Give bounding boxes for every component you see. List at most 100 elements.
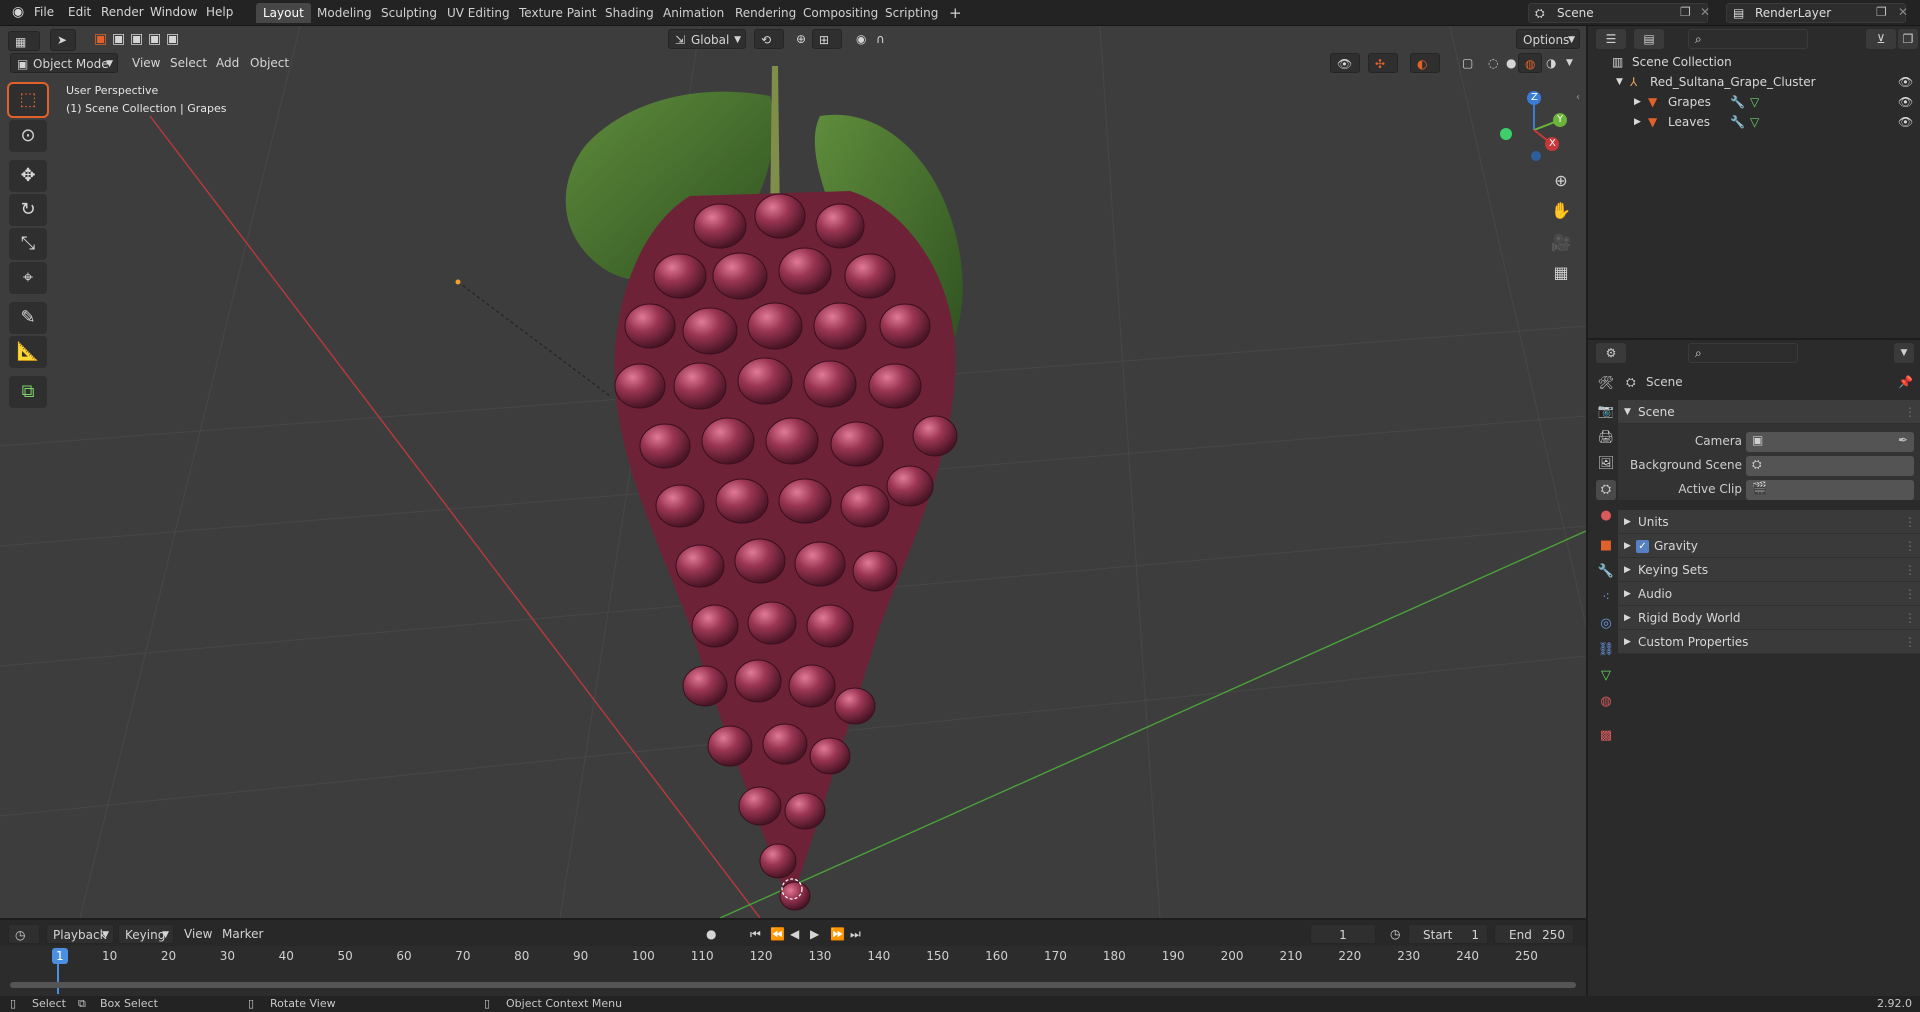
rigid-body-world-panel-header[interactable]: ▶ Rigid Body World ⋮ xyxy=(1618,606,1920,630)
visibility-eye-icon[interactable]: 👁 xyxy=(1898,112,1913,132)
visibility-eye-icon[interactable]: 👁 xyxy=(1898,92,1913,112)
outliner-row-grapes[interactable]: ▶ ▼ Grapes 🔧 ▽ 👁 xyxy=(1588,92,1920,112)
object-mode-dropdown[interactable]: ▣ Object Mode ▼ xyxy=(10,53,118,73)
custom-properties-panel-header[interactable]: ▶ Custom Properties ⋮ xyxy=(1618,630,1920,654)
drag-handle-icon[interactable]: ⋮ xyxy=(1904,510,1916,534)
eyedropper-icon[interactable]: ✒ xyxy=(1898,433,1908,447)
overlay-toggle-icon[interactable]: ◐ xyxy=(1410,53,1440,73)
scale-tool-icon[interactable]: ⤡ xyxy=(9,228,47,260)
menu-file[interactable]: File xyxy=(28,0,60,24)
xray-toggle-icon[interactable]: ▢ xyxy=(1456,53,1479,73)
options-dropdown[interactable]: Options ▼ xyxy=(1516,29,1580,49)
pan-hand-icon[interactable]: ✋ xyxy=(1548,198,1574,224)
keying-sets-panel-header[interactable]: ▶ Keying Sets ⋮ xyxy=(1618,558,1920,582)
expand-arrow-icon[interactable]: ▶ xyxy=(1634,92,1641,112)
navigation-gizmo[interactable] xyxy=(1490,86,1570,166)
menu-render[interactable]: Render xyxy=(95,0,150,24)
gravity-checkbox[interactable]: ✓ xyxy=(1636,540,1649,553)
properties-search-input[interactable]: ⌕ xyxy=(1688,343,1798,363)
blender-logo-icon[interactable]: ◉ xyxy=(6,0,30,24)
rotate-tool-icon[interactable]: ↻ xyxy=(9,194,47,226)
tab-scripting[interactable]: Scripting xyxy=(878,3,945,23)
new-render-layer-icon[interactable]: ❐ xyxy=(1876,5,1887,19)
viewport-menu-add[interactable]: Add xyxy=(210,53,245,73)
drag-handle-icon[interactable]: ⋮ xyxy=(1904,534,1916,558)
texture-tab-icon[interactable]: ▩ xyxy=(1596,726,1616,746)
modifiers-tab-icon[interactable]: 🔧 xyxy=(1596,562,1616,582)
timeline-scrollbar[interactable] xyxy=(10,982,1576,988)
gizmo-toggle-icon[interactable]: ✣ xyxy=(1368,53,1398,73)
ortho-grid-icon[interactable]: ▦ xyxy=(1548,260,1574,286)
tab-sculpting[interactable]: Sculpting xyxy=(374,3,444,23)
snap-icon[interactable]: ⊕ xyxy=(790,29,812,49)
world-tab-icon[interactable]: ● xyxy=(1596,506,1616,526)
properties-editor-icon[interactable]: ⚙ xyxy=(1596,343,1626,363)
object-tab-icon[interactable]: ■ xyxy=(1596,536,1616,556)
particles-tab-icon[interactable]: ⁖ xyxy=(1596,588,1616,608)
pin-icon[interactable]: 📌 xyxy=(1898,370,1913,394)
visibility-eye-icon[interactable]: 👁 xyxy=(1898,72,1913,92)
drag-handle-icon[interactable]: ⋮ xyxy=(1904,558,1916,582)
outliner-row-collection[interactable]: ▼ ⅄ Red_Sultana_Grape_Cluster 👁 xyxy=(1588,72,1920,92)
units-panel-header[interactable]: ▶ Units ⋮ xyxy=(1618,510,1920,534)
delete-render-layer-icon[interactable]: ✕ xyxy=(1898,5,1908,19)
expand-arrow-icon[interactable]: ▼ xyxy=(1616,72,1623,92)
gravity-panel-header[interactable]: ▶ ✓ Gravity ⋮ xyxy=(1618,534,1920,558)
constraints-tab-icon[interactable]: ⛓ xyxy=(1596,640,1616,660)
cursor-tool-icon[interactable]: ⊙ xyxy=(9,120,47,152)
viewport-menu-view[interactable]: View xyxy=(126,53,166,73)
camera-view-icon[interactable]: 🎥 xyxy=(1548,230,1574,256)
outliner-row-scene-collection[interactable]: ▥ Scene Collection xyxy=(1588,52,1920,72)
viewport-menu-select[interactable]: Select xyxy=(164,53,213,73)
shading-options-icon[interactable]: ▼ xyxy=(1560,53,1579,73)
drag-handle-icon[interactable]: ⋮ xyxy=(1904,630,1916,654)
tab-shading[interactable]: Shading xyxy=(598,3,661,23)
menu-window[interactable]: Window xyxy=(144,0,203,24)
scene-panel-header[interactable]: ▼ Scene ⋮ xyxy=(1618,400,1920,424)
select-tool-icon[interactable]: ➤ xyxy=(50,29,76,51)
select-box-tool-icon[interactable]: ⬚ xyxy=(7,82,49,118)
audio-panel-header[interactable]: ▶ Audio ⋮ xyxy=(1618,582,1920,606)
snap-target-icon[interactable]: ⊞ xyxy=(812,29,842,49)
transform-tool-icon[interactable]: ⌖ xyxy=(9,262,47,294)
drag-handle-icon[interactable]: ⋮ xyxy=(1904,606,1916,630)
visibility-icon[interactable]: 👁 xyxy=(1330,53,1360,73)
new-collection-icon[interactable]: ❐ xyxy=(1898,29,1918,49)
playhead-line[interactable] xyxy=(57,964,59,994)
camera-field[interactable]: ▣ ✒ xyxy=(1746,432,1914,452)
drag-handle-icon[interactable]: ⋮ xyxy=(1904,582,1916,606)
background-scene-field[interactable]: ⛭ xyxy=(1746,456,1914,476)
tab-rendering[interactable]: Rendering xyxy=(728,3,803,23)
outliner-editor-icon[interactable]: ☰ xyxy=(1596,29,1626,49)
material-tab-icon[interactable]: ◍ xyxy=(1596,692,1616,712)
editor-type-icon[interactable]: ▦ xyxy=(8,31,40,51)
outliner-row-leaves[interactable]: ▶ ▼ Leaves 🔧 ▽ 👁 xyxy=(1588,112,1920,132)
light-origin-point[interactable] xyxy=(455,279,461,285)
tab-modeling[interactable]: Modeling xyxy=(310,3,379,23)
select-mode-intersect-icon[interactable]: ▣ xyxy=(160,29,185,49)
zoom-icon[interactable]: ⊕ xyxy=(1548,168,1574,194)
tab-texture-paint[interactable]: Texture Paint xyxy=(512,3,603,23)
expand-arrow-icon[interactable]: ▶ xyxy=(1634,112,1641,132)
falloff-icon[interactable]: ∩ xyxy=(870,29,891,49)
tab-uv-editing[interactable]: UV Editing xyxy=(440,3,517,23)
active-clip-field[interactable]: 🎬 xyxy=(1746,480,1914,500)
menu-help[interactable]: Help xyxy=(200,0,239,24)
filter-icon[interactable]: ⊻ xyxy=(1866,29,1896,49)
delete-scene-icon[interactable]: ✕ xyxy=(1700,5,1710,19)
menu-edit[interactable]: Edit xyxy=(62,0,97,24)
transform-orientation-dropdown[interactable]: ⇲ Global ▼ xyxy=(668,29,746,49)
annotate-tool-icon[interactable]: ✎ xyxy=(9,302,47,334)
viewport-menu-object[interactable]: Object xyxy=(244,53,295,73)
tool-tab-icon[interactable]: 🛠 xyxy=(1596,374,1616,394)
outliner-search-input[interactable]: ⌕ xyxy=(1688,29,1808,49)
new-scene-icon[interactable]: ❐ xyxy=(1680,5,1691,19)
add-workspace-icon[interactable]: + xyxy=(942,3,969,23)
pivot-point-icon[interactable]: ⟲ xyxy=(754,29,784,49)
material-shading-icon[interactable]: ◍ xyxy=(1518,53,1543,73)
sidebar-toggle-icon[interactable]: ‹ xyxy=(1576,92,1580,103)
drag-handle-icon[interactable]: ⋮ xyxy=(1904,400,1916,424)
add-cube-tool-icon[interactable]: ⧉ xyxy=(9,376,47,408)
measure-tool-icon[interactable]: 📐 xyxy=(9,336,47,368)
physics-tab-icon[interactable]: ◎ xyxy=(1596,614,1616,634)
